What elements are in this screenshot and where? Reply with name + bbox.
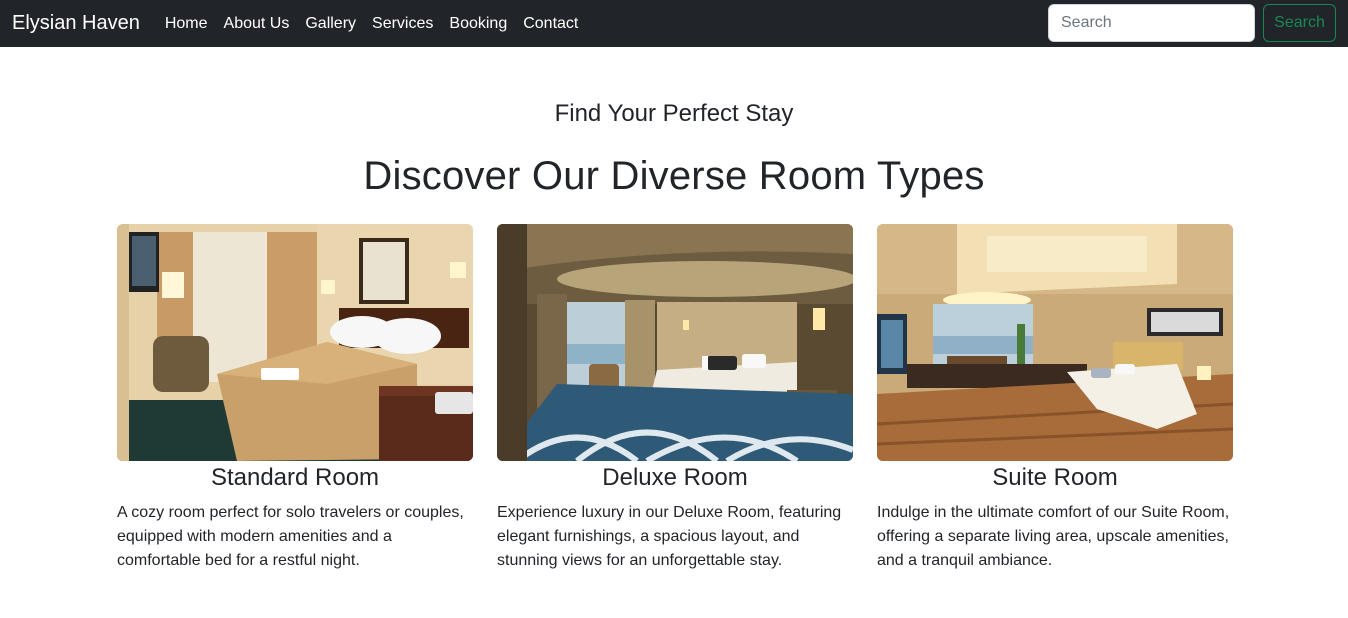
- room-card-deluxe: Deluxe Room Experience luxury in our Del…: [497, 224, 853, 573]
- nav-link-booking[interactable]: Booking: [449, 15, 507, 33]
- brand-logo[interactable]: Elysian Haven: [12, 12, 140, 35]
- room-description: Experience luxury in our Deluxe Room, fe…: [497, 504, 842, 569]
- standard-room-image: [117, 224, 473, 461]
- room-card-standard: Standard Room A cozy room perfect for so…: [117, 224, 473, 573]
- search-input[interactable]: [1048, 4, 1255, 42]
- room-description: A cozy room perfect for solo travelers o…: [117, 504, 464, 569]
- deluxe-room-image: [497, 224, 853, 461]
- room-cards: Standard Room A cozy room perfect for so…: [117, 224, 1233, 573]
- room-title: Suite Room: [992, 464, 1118, 491]
- search-button[interactable]: Search: [1263, 4, 1336, 42]
- section-headline: Discover Our Diverse Room Types: [363, 154, 985, 198]
- nav-links: Home About Us Gallery Services Booking C…: [165, 15, 595, 33]
- room-title: Standard Room: [210, 464, 380, 491]
- navbar: Elysian Haven Home About Us Gallery Serv…: [0, 0, 1348, 47]
- room-title: Deluxe Room: [602, 464, 748, 491]
- nav-link-home[interactable]: Home: [165, 15, 208, 33]
- search-form: Search: [1048, 4, 1336, 42]
- nav-link-services[interactable]: Services: [372, 15, 433, 33]
- suite-room-image: [877, 224, 1233, 461]
- room-card-suite: Suite Room Indulge in the ultimate comfo…: [877, 224, 1233, 573]
- nav-link-contact[interactable]: Contact: [523, 15, 578, 33]
- room-description: Indulge in the ultimate comfort of our S…: [877, 504, 1230, 569]
- nav-link-gallery[interactable]: Gallery: [305, 15, 356, 33]
- nav-link-about-us[interactable]: About Us: [224, 15, 290, 33]
- section-kicker: Find Your Perfect Stay: [554, 100, 794, 127]
